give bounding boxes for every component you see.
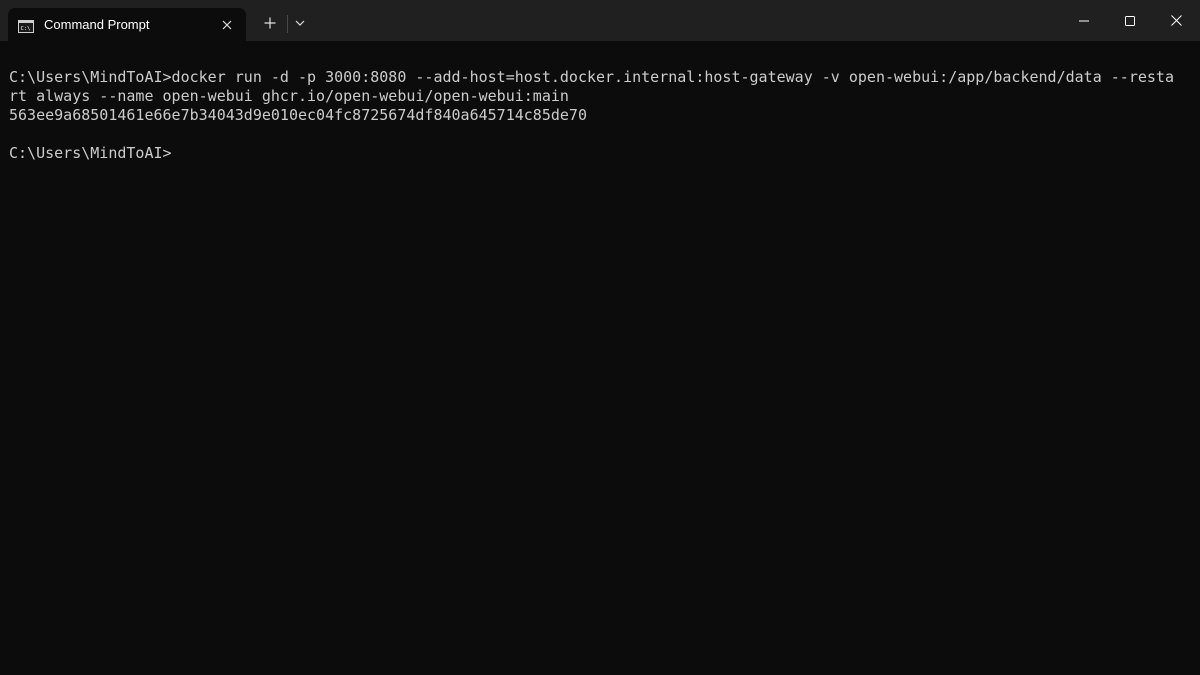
close-window-button[interactable]	[1153, 0, 1199, 41]
tab-close-icon[interactable]	[216, 14, 238, 36]
chevron-down-icon	[295, 20, 305, 26]
profile-dropdown-button[interactable]	[289, 11, 311, 35]
terminal-window: C:\ Command Prompt C:\Users\MindToAI>doc…	[0, 0, 1200, 675]
console-line: rt always --name open-webui ghcr.io/open…	[9, 87, 569, 105]
tab-title: Command Prompt	[44, 17, 150, 32]
tab-separator	[287, 15, 288, 33]
maximize-button[interactable]	[1107, 0, 1153, 41]
console-line: C:\Users\MindToAI>docker run -d -p 3000:…	[9, 68, 1174, 86]
tab-command-prompt[interactable]: C:\ Command Prompt	[8, 8, 246, 41]
title-bar[interactable]: C:\ Command Prompt	[0, 0, 1200, 41]
maximize-icon	[1125, 15, 1135, 26]
console-line: 563ee9a68501461e66e7b34043d9e010ec04fc87…	[9, 106, 587, 124]
svg-text:C:\: C:\	[21, 26, 31, 32]
new-tab-button[interactable]	[258, 11, 282, 35]
terminal-icon: C:\	[18, 18, 34, 33]
command-prompt-line: C:\Users\MindToAI>	[9, 144, 172, 162]
minimize-icon	[1079, 20, 1089, 21]
minimize-button[interactable]	[1061, 0, 1107, 41]
console-output[interactable]: C:\Users\MindToAI>docker run -d -p 3000:…	[0, 41, 1200, 675]
close-icon	[1170, 15, 1182, 26]
plus-icon	[264, 17, 276, 29]
